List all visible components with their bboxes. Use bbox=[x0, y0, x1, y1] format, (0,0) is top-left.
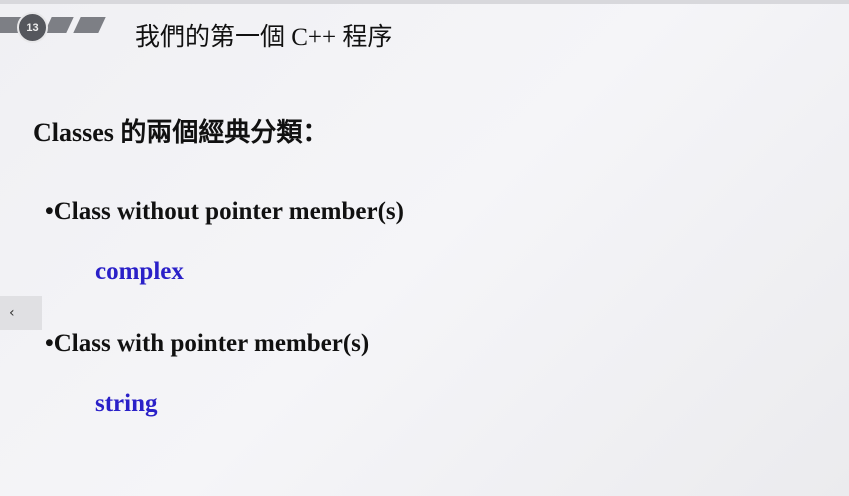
top-border bbox=[0, 0, 849, 4]
slide-number-badge: 13 bbox=[17, 12, 48, 43]
bullet-item: •Class without pointer member(s) bbox=[45, 198, 404, 225]
slide-heading: Classes 的兩個經典分類： bbox=[33, 118, 329, 147]
previous-button[interactable]: ‹ bbox=[0, 296, 42, 330]
header-bar bbox=[73, 17, 106, 33]
example-text: complex bbox=[95, 258, 184, 285]
example-text: string bbox=[95, 390, 158, 417]
slide-title: 我們的第一個 C++ 程序 bbox=[135, 24, 393, 51]
bullet-item: •Class with pointer member(s) bbox=[45, 330, 370, 357]
header-bar bbox=[44, 17, 74, 33]
